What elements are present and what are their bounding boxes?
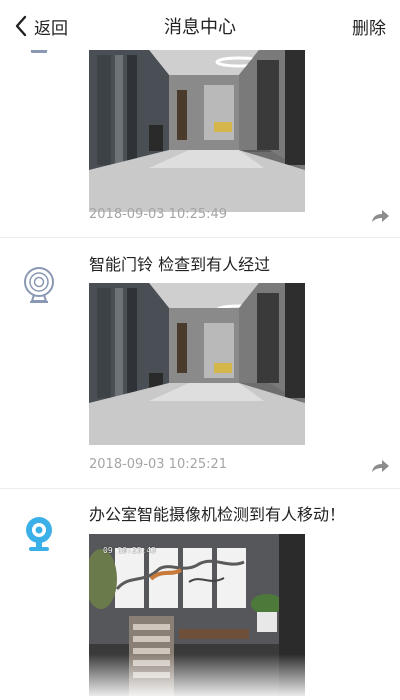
snapshot-image[interactable] (89, 283, 305, 445)
back-button[interactable]: 返回 (12, 12, 68, 40)
camera-osd-timestamp: 09 10:23:43 (103, 546, 156, 555)
doorbell-camera-icon (24, 267, 54, 303)
message-item[interactable]: 智能门铃 检查到有人经过 2018-09-03 10:25:21 (0, 238, 400, 488)
share-icon[interactable] (370, 208, 390, 224)
chevron-left-icon (15, 15, 27, 37)
delete-button[interactable]: 删除 (352, 14, 386, 39)
message-timestamp: 2018-09-03 10:25:21 (89, 457, 228, 472)
message-title: 智能门铃 检查到有人经过 (89, 255, 271, 274)
message-title: 办公室智能摄像机检测到有人移动！ (89, 505, 346, 524)
webcam-icon (26, 517, 52, 551)
message-timestamp: 2018-09-03 10:25:49 (89, 207, 228, 222)
share-icon[interactable] (370, 458, 390, 474)
navigation-bar: 返回 消息中心 删除 (0, 0, 400, 50)
message-item[interactable]: 办公室智能摄像机检测到有人移动！ (0, 489, 400, 700)
back-label: 返回 (34, 18, 68, 39)
snapshot-image[interactable] (89, 534, 305, 696)
snapshot-image[interactable] (89, 50, 305, 212)
